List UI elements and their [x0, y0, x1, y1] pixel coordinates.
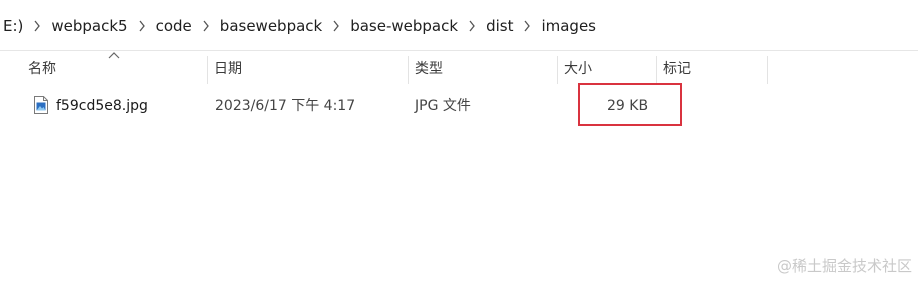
file-type: JPG 文件 — [415, 98, 471, 114]
breadcrumb-item-basewebpack[interactable]: basewebpack — [217, 17, 325, 35]
file-date: 2023/6/17 下午 4:17 — [215, 98, 356, 114]
column-header-type[interactable]: 类型 — [409, 54, 557, 84]
chevron-right-icon[interactable] — [461, 18, 483, 34]
breadcrumb-item-drive[interactable]: E:) — [0, 17, 26, 35]
address-bar[interactable]: E:) webpack5 code basewebpack base-webpa… — [0, 0, 918, 51]
column-header-tags[interactable]: 标记 — [657, 54, 767, 84]
breadcrumb-item-dist[interactable]: dist — [483, 17, 516, 35]
image-file-icon — [34, 96, 48, 114]
chevron-right-icon[interactable] — [325, 18, 347, 34]
column-divider[interactable] — [767, 56, 768, 84]
size-highlight-box — [578, 83, 682, 126]
chevron-right-icon[interactable] — [516, 18, 538, 34]
file-row[interactable]: f59cd5e8.jpg 2023/6/17 下午 4:17 JPG 文件 29… — [0, 92, 918, 120]
column-header-size[interactable]: 大小 — [558, 54, 656, 84]
watermark: @稀土掘金技术社区 — [776, 257, 912, 275]
breadcrumb-item-images[interactable]: images — [538, 17, 599, 35]
file-name[interactable]: f59cd5e8.jpg — [56, 92, 148, 120]
column-header-row: 名称 日期 类型 大小 标记 — [0, 54, 918, 84]
breadcrumb-item-code[interactable]: code — [153, 17, 195, 35]
breadcrumb-item-webpack5[interactable]: webpack5 — [48, 17, 130, 35]
chevron-right-icon[interactable] — [26, 18, 48, 34]
chevron-right-icon[interactable] — [195, 18, 217, 34]
chevron-right-icon[interactable] — [131, 18, 153, 34]
breadcrumb-item-base-webpack[interactable]: base-webpack — [347, 17, 461, 35]
breadcrumb: E:) webpack5 code basewebpack base-webpa… — [0, 13, 599, 39]
column-header-date[interactable]: 日期 — [208, 54, 408, 84]
column-header-name[interactable]: 名称 — [22, 54, 207, 84]
